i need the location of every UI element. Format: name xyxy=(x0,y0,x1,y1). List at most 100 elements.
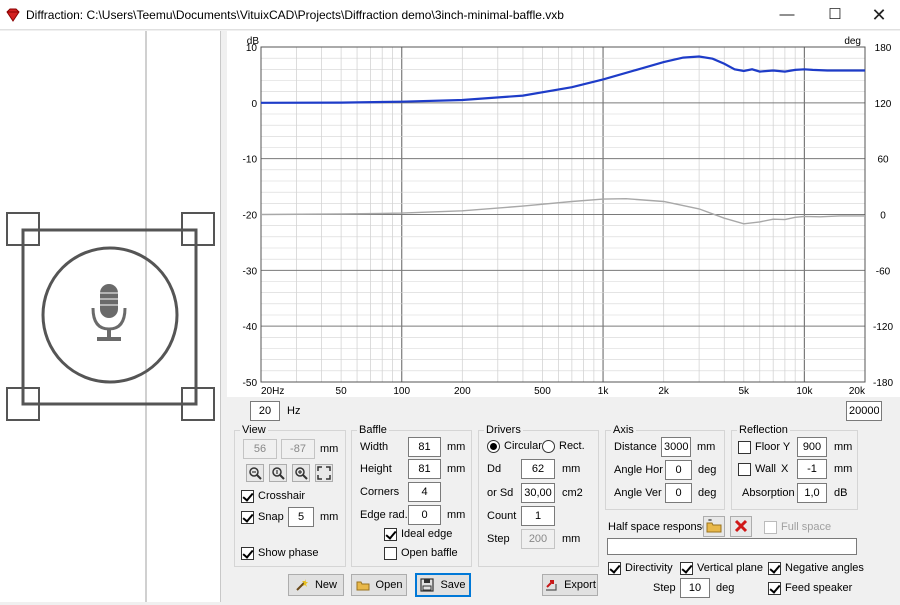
height-input[interactable] xyxy=(408,459,441,479)
save-disk-icon xyxy=(420,578,435,592)
axis-group-title: Axis xyxy=(611,424,636,436)
rect-radio[interactable] xyxy=(542,440,555,453)
snap-checkbox[interactable] xyxy=(241,511,254,524)
baffle-preview-canvas[interactable] xyxy=(0,31,221,602)
directivity-checkbox[interactable] xyxy=(608,562,621,575)
full-space-checkbox xyxy=(764,521,777,534)
delete-icon[interactable] xyxy=(730,516,752,537)
distance-label: Distance xyxy=(614,441,657,453)
new-wand-icon xyxy=(296,579,308,591)
width-label: Width xyxy=(360,441,389,453)
circular-radio[interactable] xyxy=(487,440,500,453)
distance-input[interactable] xyxy=(661,437,691,457)
floor-checkbox[interactable] xyxy=(738,441,751,454)
angle-ver-input[interactable] xyxy=(665,483,692,503)
y-tick-label: -50 xyxy=(243,378,258,389)
y-tick-label: -30 xyxy=(243,266,258,277)
absorption-input[interactable] xyxy=(797,483,827,503)
crosshair-checkbox[interactable] xyxy=(241,490,254,503)
corners-input[interactable] xyxy=(408,482,441,502)
x-tick-label: 200 xyxy=(454,386,471,397)
wall-label: Wall xyxy=(755,463,776,475)
phase-tick-label: -180 xyxy=(873,378,893,389)
zoom-fit-icon[interactable] xyxy=(269,464,287,482)
corners-label: Corners xyxy=(360,486,400,498)
x-tick-label: 10k xyxy=(796,386,813,397)
angle-ver-label: Angle Ver xyxy=(614,487,662,499)
frequency-response-plot[interactable]: dB deg 10 0 -10 -20 -30 -40 -50 180 120 60 0 -60 -120-… xyxy=(227,31,900,397)
snap-value-input[interactable] xyxy=(288,507,314,527)
min-frequency-unit: Hz xyxy=(287,405,301,417)
x-tick-label: 5k xyxy=(739,386,751,397)
full-space-label: Full space xyxy=(781,521,832,533)
new-button-label: New xyxy=(314,579,337,591)
show-phase-checkbox[interactable] xyxy=(241,547,254,560)
absorption-label: Absorption xyxy=(742,487,795,499)
count-label: Count xyxy=(487,510,517,522)
x-tick-label: 2k xyxy=(658,386,670,397)
floor-unit: mm xyxy=(834,441,853,453)
ideal-edge-label: Ideal edge xyxy=(401,528,453,540)
edge-radius-input[interactable] xyxy=(408,505,441,525)
x-tick-label: 500 xyxy=(534,386,551,397)
reflection-group-title: Reflection xyxy=(737,424,790,436)
vertical-plane-checkbox[interactable] xyxy=(680,562,693,575)
dd-unit: mm xyxy=(562,463,581,475)
half-space-path-field[interactable] xyxy=(607,538,857,555)
height-unit: mm xyxy=(447,463,466,475)
ideal-edge-checkbox[interactable] xyxy=(384,528,397,541)
count-input[interactable] xyxy=(521,506,555,526)
microphone-icon xyxy=(91,284,127,341)
angle-hor-input[interactable] xyxy=(665,460,692,480)
min-frequency-input[interactable] xyxy=(250,401,280,421)
expand-icon[interactable] xyxy=(315,464,333,482)
sd-unit: cm2 xyxy=(562,487,583,499)
maximize-button[interactable]: ☐ xyxy=(812,0,858,30)
y-tick-label: 0 xyxy=(251,99,257,110)
open-button[interactable]: Open xyxy=(351,574,407,596)
view-x-field xyxy=(243,439,277,459)
phase-tick-label: 120 xyxy=(875,99,892,110)
wall-input[interactable] xyxy=(797,459,827,479)
new-button[interactable]: New xyxy=(288,574,344,596)
edge-radius-label: Edge rad. xyxy=(360,509,408,521)
max-frequency-input[interactable] xyxy=(846,401,882,421)
view-group-title: View xyxy=(240,424,268,436)
phase-tick-label: 0 xyxy=(880,211,886,222)
feed-speaker-checkbox[interactable] xyxy=(768,582,781,595)
minimize-button[interactable]: — xyxy=(764,0,810,30)
directivity-step-input[interactable] xyxy=(680,578,710,598)
floor-input[interactable] xyxy=(797,437,827,457)
sd-input[interactable] xyxy=(521,483,555,503)
export-button[interactable]: Export xyxy=(542,574,598,596)
floor-label: Floor Y xyxy=(755,441,791,453)
distance-unit: mm xyxy=(697,441,716,453)
angle-ver-unit: deg xyxy=(698,487,717,499)
vertical-plane-label: Vertical plane xyxy=(697,562,764,574)
zoom-out-icon[interactable] xyxy=(246,464,264,482)
absorption-unit: dB xyxy=(834,487,848,499)
width-input[interactable] xyxy=(408,437,441,457)
directivity-label: Directivity xyxy=(625,562,673,574)
open-baffle-label: Open baffle xyxy=(401,547,458,559)
wall-checkbox[interactable] xyxy=(738,463,751,476)
close-button[interactable]: ✕ xyxy=(856,0,900,30)
negative-angles-checkbox[interactable] xyxy=(768,562,781,575)
open-folder-icon xyxy=(356,581,370,591)
feed-speaker-label: Feed speaker xyxy=(785,582,853,594)
dd-input[interactable] xyxy=(521,459,555,479)
view-y-field xyxy=(281,439,315,459)
open-folder-icon[interactable] xyxy=(703,516,725,537)
window-title: Diffraction: C:\Users\Teemu\Documents\Vi… xyxy=(26,8,564,22)
baffle-drawing xyxy=(6,31,215,602)
magnitude-curve xyxy=(260,55,865,104)
save-button[interactable]: Save xyxy=(415,573,471,597)
zoom-in-icon[interactable] xyxy=(292,464,310,482)
open-baffle-checkbox[interactable] xyxy=(384,547,397,560)
driver-step-input xyxy=(521,529,555,549)
x-tick-label: 20Hz xyxy=(261,386,284,397)
phase-tick-label: -120 xyxy=(873,322,893,333)
rect-label: Rect. xyxy=(559,440,585,452)
y-tick-label: 10 xyxy=(246,43,258,54)
snap-unit: mm xyxy=(320,511,339,523)
